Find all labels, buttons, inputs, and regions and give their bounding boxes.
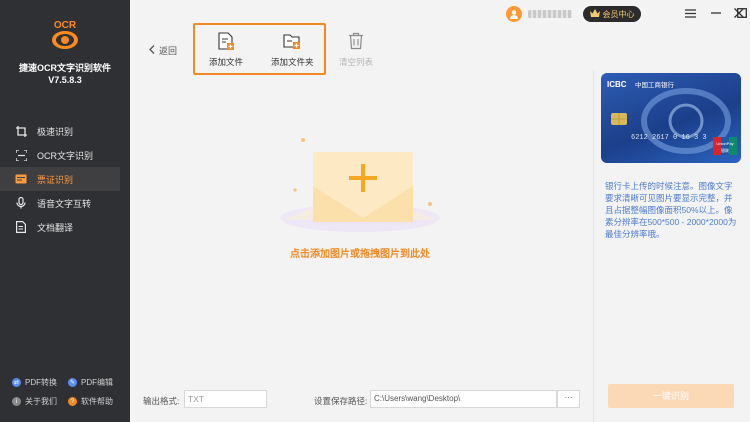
svg-text:OCR: OCR (54, 20, 77, 31)
app-logo: OCR (50, 18, 80, 52)
sidebar: OCR 捷速OCR文字识别软件 V7.5.8.3 极速识别 OCR文字识别 票证… (0, 0, 130, 422)
scan-frame-icon (15, 149, 27, 161)
sidebar-item-speech-text[interactable]: 语音文字互转 (0, 191, 130, 215)
back-label: 返回 (159, 46, 178, 56)
add-file-button[interactable]: 添加文件 (209, 32, 243, 68)
sidebar-item-label: 语音文字互转 (37, 198, 92, 209)
svg-text:6212 2617 0 16 3 3: 6212 2617 0 16 3 3 (631, 134, 707, 142)
card-icbc-text: ICBC (607, 80, 627, 89)
help-link[interactable]: ? 软件帮助 (68, 396, 124, 407)
sidebar-item-label: 票证识别 (37, 174, 74, 185)
hamburger-icon (684, 8, 696, 18)
card-bank-name: 中国工商银行 (635, 80, 675, 89)
crown-icon (589, 9, 600, 19)
close-button[interactable] (732, 6, 746, 20)
username-obscured (528, 10, 572, 18)
sidebar-item-fast-recognition[interactable]: 极速识别 (0, 119, 130, 143)
sidebar-item-ocr[interactable]: OCR文字识别 (0, 143, 130, 167)
browse-button[interactable]: ··· (557, 390, 580, 408)
app-name: 捷速OCR文字识别软件 (19, 63, 111, 73)
card-unionpay-cn: 银联 (721, 147, 729, 153)
trash-icon (347, 32, 365, 50)
drop-zone[interactable] (265, 130, 455, 240)
tool-label: 关于我们 (25, 397, 57, 406)
avatar[interactable] (506, 6, 522, 22)
sidebar-item-ticket-recognition[interactable]: 票证识别 (0, 167, 120, 191)
pdf-convert-icon: ⇄ (12, 378, 21, 387)
tool-label: PDF转换 (25, 378, 57, 387)
drop-prompt[interactable]: 点击添加图片或拖拽图片到此处 (235, 245, 485, 260)
pdf-edit-icon: ✎ (68, 378, 77, 387)
microphone-icon (15, 197, 27, 209)
clear-list-button[interactable]: 清空列表 (339, 32, 373, 68)
tool-label: 软件帮助 (81, 397, 113, 406)
about-icon: i (12, 397, 21, 406)
chevron-left-icon (149, 45, 155, 56)
crop-icon (15, 125, 27, 137)
add-file-icon (217, 32, 235, 50)
help-icon: ? (68, 397, 77, 406)
save-path-label: 设置保存路径: (314, 396, 368, 406)
save-path-field[interactable]: C:\Users\wang\Desktop\ (370, 390, 557, 408)
image-placeholder-illustration (280, 138, 440, 232)
document-translate-icon (15, 221, 27, 233)
back-button[interactable]: 返回 (149, 44, 177, 57)
ticket-icon (15, 173, 27, 185)
sidebar-item-label: 极速识别 (37, 126, 74, 137)
sidebar-item-doc-translate[interactable]: 文档翻译 (0, 215, 130, 239)
sidebar-tools: ⇄ PDF转换 ✎ PDF编辑 i 关于我们 ? 软件帮助 (12, 377, 124, 407)
add-folder-button[interactable]: 添加文件夹 (271, 32, 314, 68)
output-format-label: 输出格式: (143, 396, 180, 406)
add-folder-label: 添加文件夹 (271, 57, 314, 67)
sidebar-nav: 极速识别 OCR文字识别 票证识别 语音文字互转 文档翻译 (0, 119, 130, 239)
vip-center-button[interactable]: 会员中心 (583, 6, 641, 22)
pdf-edit-link[interactable]: ✎ PDF编辑 (68, 377, 124, 388)
pdf-convert-link[interactable]: ⇄ PDF转换 (12, 377, 68, 388)
panel-divider (593, 70, 594, 422)
sidebar-item-label: OCR文字识别 (37, 150, 93, 161)
recognize-button[interactable]: 一键识别 (608, 384, 734, 408)
add-file-label: 添加文件 (209, 57, 244, 67)
card-unionpay: UnionPay (716, 141, 733, 146)
menu-button[interactable] (683, 6, 697, 20)
bank-card-sample: ICBC 中国工商银行 6212 2617 0 16 3 3 UnionPay … (601, 73, 741, 163)
sidebar-item-label: 文档翻译 (37, 222, 74, 233)
upload-hint: 银行卡上传的时候注意。图像文字要求清晰可见图片要显示完整，并且占据整幅图像面积5… (605, 181, 737, 239)
app-version: V7.5.8.3 (48, 75, 82, 85)
clear-list-label: 清空列表 (339, 57, 374, 67)
about-link[interactable]: i 关于我们 (12, 396, 68, 407)
output-format-field[interactable]: TXT (184, 390, 267, 408)
tool-label: PDF编辑 (81, 378, 113, 387)
close-icon (734, 8, 744, 18)
add-folder-icon (283, 32, 301, 50)
vip-label: 会员中心 (602, 9, 635, 19)
